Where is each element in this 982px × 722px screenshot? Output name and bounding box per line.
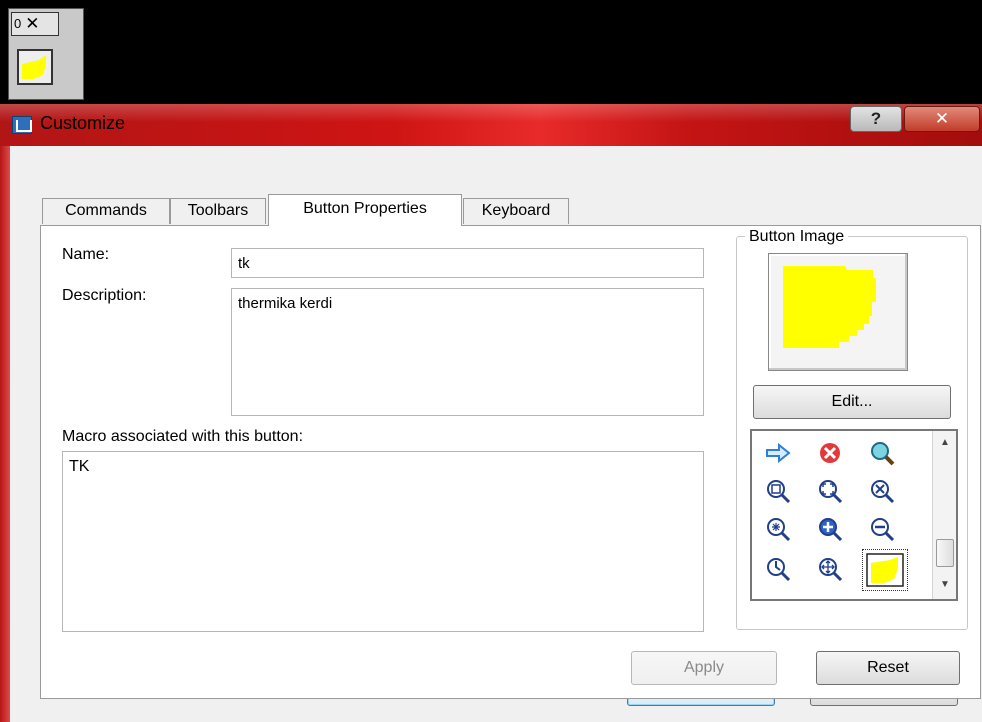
zoom-cancel-icon — [871, 480, 895, 504]
icon-cell-zoom-previous[interactable] — [758, 551, 798, 587]
scroll-up-icon[interactable]: ▲ — [940, 437, 950, 448]
custom-yellow-icon — [22, 55, 46, 79]
button-image-group-title: Button Image — [745, 228, 849, 246]
arrow-right-icon — [766, 443, 791, 463]
customize-app-icon — [12, 116, 32, 134]
apply-button[interactable]: Apply — [631, 651, 777, 685]
macro-input[interactable]: TK — [62, 451, 704, 632]
floating-toolbar-close-icon[interactable]: ✕ — [25, 15, 39, 32]
tab-keyboard[interactable]: Keyboard — [463, 198, 569, 224]
reset-button[interactable]: Reset — [816, 651, 960, 685]
zoom-out-icon — [871, 518, 895, 542]
icon-cell-zoom-in[interactable] — [810, 511, 850, 547]
icon-cell-zoom-realtime[interactable] — [862, 435, 902, 471]
icon-cell-pan[interactable] — [810, 551, 850, 587]
zoom-in-icon — [819, 518, 843, 542]
caption-help-button[interactable]: ? — [850, 106, 902, 132]
icon-cell-zoom-all[interactable] — [758, 511, 798, 547]
pan-icon — [819, 558, 843, 582]
zoom-window-icon — [767, 480, 791, 504]
tab-button-properties[interactable]: Button Properties — [268, 194, 462, 226]
name-input[interactable]: tk — [231, 248, 704, 278]
dialog-client-area: Commands Toolbars Button Properties Keyb… — [10, 146, 982, 722]
button-image-group: Button Image Edit... ▲ ▼ — [736, 228, 968, 630]
caption-close-button[interactable]: ✕ — [904, 106, 980, 132]
icon-cell-delete[interactable] — [810, 435, 850, 471]
edit-image-button[interactable]: Edit... — [753, 385, 951, 419]
custom-yellow-icon — [866, 553, 904, 587]
icon-cell-zoom-extents[interactable] — [810, 473, 850, 509]
button-icon-list[interactable]: ▲ ▼ — [750, 429, 958, 601]
floating-toolbar-title: 0 — [14, 16, 22, 31]
icon-cell-zoom-cancel[interactable] — [862, 473, 902, 509]
delete-red-icon — [820, 443, 840, 463]
zoom-all-icon — [767, 518, 791, 542]
customize-dialog: Customize ? ✕ Commands Toolbars Button P… — [0, 104, 982, 722]
description-label: Description: — [62, 287, 147, 304]
zoom-previous-icon — [767, 558, 791, 582]
floating-toolbar-titlebar[interactable]: 0 ✕ — [11, 12, 59, 36]
icon-cell-custom-selected[interactable] — [862, 549, 908, 591]
zoom-extents-icon — [819, 480, 843, 504]
button-properties-panel: Name: tk Description: thermika kerdi Mac… — [40, 225, 981, 699]
scroll-down-icon[interactable]: ▼ — [940, 579, 950, 590]
window-title: Customize — [40, 113, 126, 133]
icon-list-scrollbar[interactable]: ▲ ▼ — [932, 431, 956, 599]
icon-cell-zoom-out[interactable] — [862, 511, 902, 547]
tab-toolbars[interactable]: Toolbars — [170, 198, 266, 224]
button-image-preview — [768, 253, 908, 371]
scroll-thumb[interactable] — [936, 539, 954, 567]
macro-label: Macro associated with this button: — [62, 428, 304, 445]
zoom-realtime-icon — [871, 442, 895, 466]
tab-commands[interactable]: Commands — [42, 198, 170, 224]
window-frame-left — [0, 146, 10, 722]
custom-yellow-icon — [783, 266, 876, 348]
name-label: Name: — [62, 246, 110, 263]
title-bar[interactable]: Customize ? ✕ — [0, 104, 982, 146]
floating-toolbar: 0 ✕ — [8, 8, 84, 100]
description-input[interactable]: thermika kerdi — [231, 288, 704, 416]
icon-cell-zoom-window[interactable] — [758, 473, 798, 509]
icon-cell-arrow-right[interactable] — [758, 435, 798, 471]
floating-toolbar-custom-button[interactable] — [17, 49, 53, 85]
